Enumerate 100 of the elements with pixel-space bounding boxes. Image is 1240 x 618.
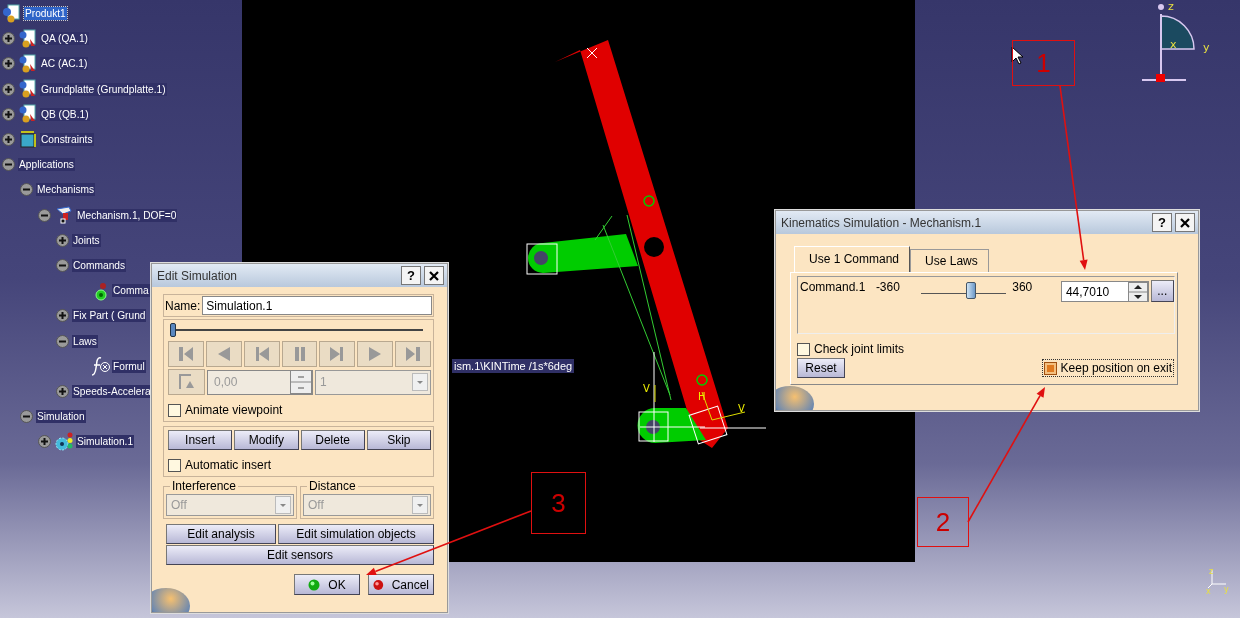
axis-label: H [698,391,706,402]
ok-icon [308,578,321,591]
close-button[interactable] [1175,213,1195,232]
tree-item[interactable]: Speeds-Accelera [72,384,152,398]
axis-label: z [1168,0,1174,13]
axis-label: y [1203,41,1210,54]
collapse-icon[interactable] [56,334,69,348]
help-button[interactable]: ? [401,266,421,285]
axis-label: x [1206,587,1211,596]
slider-thumb[interactable] [966,282,977,299]
caret-icon [275,496,291,514]
tree-item[interactable]: Applications [18,158,75,172]
close-button[interactable] [424,266,444,285]
part-icon [18,28,38,49]
tab[interactable]: Use Laws [910,249,989,272]
cursor-icon [1011,46,1023,65]
close-icon [429,270,439,281]
group-label: Interference [171,479,238,493]
axis-triad-icon [1207,569,1227,589]
tree-item[interactable]: Simulation.1 [76,435,135,449]
edit-button[interactable]: Edit analysis [166,524,276,544]
mechanism-icon [54,205,74,226]
tree-item[interactable]: Mechanisms [36,183,96,197]
callout-number: 3 [531,472,586,534]
tree-item-text: ism.1\KINTime /1s*6deg [452,359,575,373]
action-button[interactable]: Delete [300,430,365,450]
expand-icon[interactable] [2,82,15,96]
edit-button[interactable]: Edit sensors [166,545,434,565]
tree-item[interactable]: Simulation [36,410,86,424]
tree-item[interactable]: Grundplatte (Grundplatte.1) [40,82,167,96]
field-label: Name: [165,298,201,313]
tree-item[interactable]: Formul [112,359,146,373]
axis-label: V [643,383,650,394]
axis-label: x [1170,38,1177,51]
range-max: 360 [1012,280,1034,294]
tree-item[interactable]: Mechanism.1, DOF=0 [76,208,178,222]
formula-icon [90,356,110,377]
collapse-icon[interactable] [20,410,33,424]
name-field[interactable]: Simulation.1 [202,296,432,315]
tree-item[interactable]: AC (AC.1) [40,57,89,71]
checkbox[interactable] [168,403,181,417]
help-button[interactable]: ? [1152,213,1172,232]
checkbox-label: Keep position on exit [1060,361,1172,375]
step-icon [176,372,197,392]
reset-button[interactable]: Reset [797,358,845,378]
tree-item[interactable]: Comma [112,284,150,298]
axis-label: z [1209,567,1214,576]
expand-icon[interactable] [56,233,69,247]
checkbox[interactable] [1043,361,1057,375]
collapse-icon[interactable] [2,158,15,172]
window-title: Kinematics Simulation - Mechanism.1 [781,215,983,230]
compass-icon [1141,4,1195,82]
expand-icon[interactable] [2,107,15,121]
tree-item[interactable]: Constraints [40,133,94,147]
cancel-button[interactable]: Cancel [368,574,434,595]
caret-icon [412,496,428,514]
tree-item[interactable]: Fix Part ( Grund [72,309,147,323]
expand-icon[interactable] [2,57,15,71]
collapse-icon[interactable] [20,183,33,197]
expand-icon[interactable] [56,309,69,323]
constraints-icon [18,129,38,150]
ok-button[interactable]: OK [294,574,360,595]
checkbox[interactable] [797,342,810,356]
expand-icon[interactable] [2,32,15,46]
checkbox-label: Automatic insert [185,458,272,472]
tree-item[interactable]: Commands [72,258,127,272]
tree-item[interactable]: QB (QB.1) [40,107,90,121]
more-button[interactable]: ... [1150,280,1174,302]
checkbox-label: Check joint limits [814,342,905,356]
slider-thumb[interactable] [170,323,176,337]
tree-item[interactable]: Laws [72,334,98,348]
tree-item[interactable]: QA (QA.1) [40,32,89,46]
action-button[interactable]: Skip [366,430,431,450]
checkbox[interactable] [168,458,181,472]
edit-button[interactable]: Edit simulation objects [278,524,434,544]
action-button[interactable]: Modify [234,430,299,450]
range-min: -360 [875,280,901,294]
expand-icon[interactable] [2,133,15,147]
part-icon [18,104,38,125]
tree-item[interactable]: Joints [72,233,101,247]
callout-number: 1 [1012,40,1075,86]
simulation-icon [54,431,74,452]
collapse-icon[interactable] [38,208,51,222]
caret-icon [412,373,428,391]
part-icon [18,53,38,74]
value-field[interactable]: 44,7010 [1060,281,1149,302]
expand-icon[interactable] [38,435,51,449]
tab[interactable]: Use 1 Command [794,246,911,272]
spinner-arrows-icon [1127,281,1148,302]
action-button[interactable]: Insert [168,430,233,450]
command-name: Command.1 [800,280,867,294]
group-label: Distance [308,479,357,493]
tree-item[interactable]: Produkt1 [24,7,67,21]
part-icon [18,79,38,100]
expand-icon[interactable] [56,384,69,398]
axis-label: V [738,403,745,414]
spinner-arrows-icon [290,370,312,394]
axis-label: y [1224,585,1229,594]
product-icon [2,3,22,24]
collapse-icon[interactable] [56,258,69,272]
